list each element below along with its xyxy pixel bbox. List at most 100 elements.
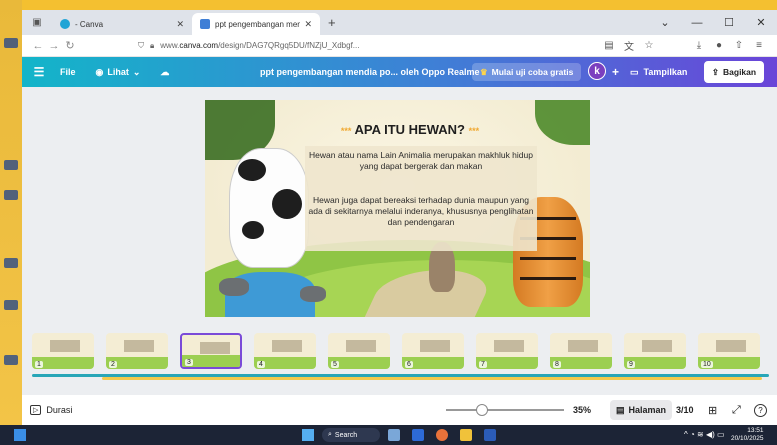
view-label: Lihat — [107, 67, 129, 77]
thumbnail-number: 3 — [185, 359, 193, 366]
address-bar-row: ← → ↻ ⛉ 🔒︎ www. canva.com/design/DAG7QRgq… — [22, 35, 777, 57]
thumbnail-page[interactable]: 7 — [476, 333, 538, 369]
duration-label: Durasi — [46, 405, 73, 415]
thumbnail-page[interactable]: 5 — [328, 333, 390, 369]
taskbar-search[interactable]: ⌕ Search — [322, 428, 380, 442]
thumbnail-page[interactable]: 10 — [698, 333, 760, 369]
close-tab-icon[interactable]: ✕ — [304, 19, 312, 30]
file-explorer-icon[interactable] — [460, 429, 472, 441]
pages-label: Halaman — [628, 405, 667, 415]
cow-image[interactable] — [229, 148, 309, 268]
avatar[interactable]: k — [588, 62, 606, 80]
thumbnail-text — [642, 340, 672, 352]
editor-workspace: *** APA ITU HEWAN? *** Hewan atau nama L… — [22, 87, 777, 405]
desktop-icon[interactable] — [4, 258, 18, 268]
heading-decoration: *** — [340, 126, 352, 136]
file-menu[interactable]: File — [60, 67, 76, 77]
free-trial-button[interactable]: ♛ Mulai uji coba gratis — [472, 63, 582, 81]
thumbnail-text — [50, 340, 80, 352]
desktop-icon[interactable] — [4, 300, 18, 310]
url-prefix: www. — [160, 41, 180, 50]
cow-spot — [272, 189, 302, 219]
thumbnail-number: 4 — [257, 361, 265, 368]
grid-view-icon[interactable]: ⊞ — [708, 404, 717, 417]
zoom-slider-handle[interactable] — [476, 404, 488, 416]
thumbnail-text — [494, 340, 524, 352]
reload-icon[interactable]: ↻ — [62, 39, 78, 52]
url-path: /design/DAG7QRgq5DU/fNZjU_Xdbgf... — [218, 41, 360, 50]
share-button[interactable]: ⇪ Bagikan — [704, 61, 764, 83]
task-view-icon[interactable] — [388, 429, 400, 441]
view-menu[interactable]: ◉ Lihat ⌄ — [96, 67, 141, 78]
browser-menu-icon[interactable]: ≡ — [749, 40, 769, 51]
slide-paragraph-2[interactable]: Hewan juga dapat bereaksi terhadap dunia… — [305, 195, 537, 228]
firefox-icon[interactable] — [436, 429, 448, 441]
desktop-icon[interactable] — [4, 355, 18, 365]
zoom-level[interactable]: 35% — [573, 405, 591, 415]
back-arrow-icon[interactable]: ← — [30, 40, 46, 52]
tab-bar: ▣ - Canva ✕ ppt pengembangan mendia pe ✕… — [22, 10, 777, 35]
desktop-icon[interactable] — [4, 38, 18, 48]
thumbnail-page[interactable]: 2 — [106, 333, 168, 369]
add-collaborator-icon[interactable]: + — [612, 65, 619, 79]
maximize-button[interactable]: ☐ — [713, 16, 745, 29]
word-icon[interactable] — [484, 429, 496, 441]
tab-canva-home[interactable]: - Canva ✕ — [52, 13, 192, 35]
desktop-edge — [0, 0, 22, 425]
pages-button[interactable]: ▤ Halaman — [610, 400, 673, 420]
app-icon[interactable] — [412, 429, 424, 441]
thumbnail-page-selected[interactable]: 3 — [180, 333, 242, 369]
help-button[interactable]: ? — [754, 403, 767, 417]
thumbnail-page[interactable]: 9 — [624, 333, 686, 369]
thumbnail-page[interactable]: 6 — [402, 333, 464, 369]
window-controls: ⌄ — ☐ ✕ — [649, 10, 777, 35]
tiger-stripe — [520, 277, 576, 280]
widgets-icon[interactable] — [14, 429, 26, 441]
forward-arrow-icon[interactable]: → — [46, 40, 62, 52]
thumbnail-number: 7 — [479, 361, 487, 368]
fullscreen-icon[interactable]: ⤢ — [732, 404, 741, 417]
downloads-icon[interactable]: ⤓ — [689, 40, 709, 51]
timer-icon: ▷ — [30, 405, 42, 415]
translate-icon[interactable]: 文 — [619, 38, 639, 53]
slide-paragraph-1[interactable]: Hewan atau nama Lain Animalia merupakan … — [305, 150, 537, 172]
windows-start-icon[interactable] — [302, 429, 314, 441]
tab-presentation[interactable]: ppt pengembangan mendia pe ✕ — [192, 13, 320, 35]
url-field[interactable]: ⛉ 🔒︎ www. canva.com/design/DAG7QRgq5DU/fN… — [138, 41, 599, 51]
extension-icon[interactable]: ● — [709, 40, 729, 51]
slide-canvas[interactable]: *** APA ITU HEWAN? *** Hewan atau nama L… — [205, 100, 590, 317]
thumbnail-text — [346, 340, 376, 352]
thumbnail-text — [200, 342, 230, 354]
duration-button[interactable]: ▷ Durasi — [30, 405, 72, 415]
system-tray[interactable]: ^ ◔ ≋ ◀) ▭ — [684, 430, 725, 439]
minimize-button[interactable]: — — [681, 17, 713, 29]
close-window-button[interactable]: ✕ — [745, 16, 777, 29]
cloud-save-icon[interactable]: ☁ — [160, 67, 169, 78]
taskbar-clock[interactable]: 13:51 20/10/2025 — [731, 427, 764, 443]
reader-view-icon[interactable]: ▤ — [599, 40, 619, 51]
cow-spot — [242, 221, 264, 239]
desktop-icon[interactable] — [4, 160, 18, 170]
zoom-slider[interactable] — [446, 409, 564, 411]
thumbnail-page[interactable]: 4 — [254, 333, 316, 369]
new-tab-button[interactable]: + — [328, 15, 336, 30]
thumbnail-text — [124, 340, 154, 352]
thumbnail-number: 2 — [109, 361, 117, 368]
slide-heading[interactable]: *** APA ITU HEWAN? *** — [305, 122, 515, 137]
tab-actions-icon[interactable]: ▣ — [22, 17, 52, 28]
hamburger-menu-icon[interactable]: ☰ — [28, 65, 50, 79]
present-label: Tampilkan — [643, 67, 688, 77]
thumbnail-page[interactable]: 1 — [32, 333, 94, 369]
bookmark-star-icon[interactable]: ☆ — [639, 40, 659, 51]
slide-heading-text: APA ITU HEWAN? — [354, 122, 466, 137]
tab-list-chevron-icon[interactable]: ⌄ — [649, 16, 681, 29]
present-button[interactable]: ▭ Tampilkan — [630, 67, 687, 78]
design-title[interactable]: ppt pengembangan mendia po... oleh Oppo … — [260, 67, 480, 77]
desktop-icon[interactable] — [4, 190, 18, 200]
close-tab-icon[interactable]: ✕ — [176, 19, 184, 30]
tiger-stripe — [520, 257, 576, 260]
thumbnail-number: 10 — [701, 361, 713, 368]
crown-icon: ♛ — [480, 66, 488, 77]
thumbnail-page[interactable]: 8 — [550, 333, 612, 369]
share-page-icon[interactable]: ⇧ — [729, 40, 749, 51]
